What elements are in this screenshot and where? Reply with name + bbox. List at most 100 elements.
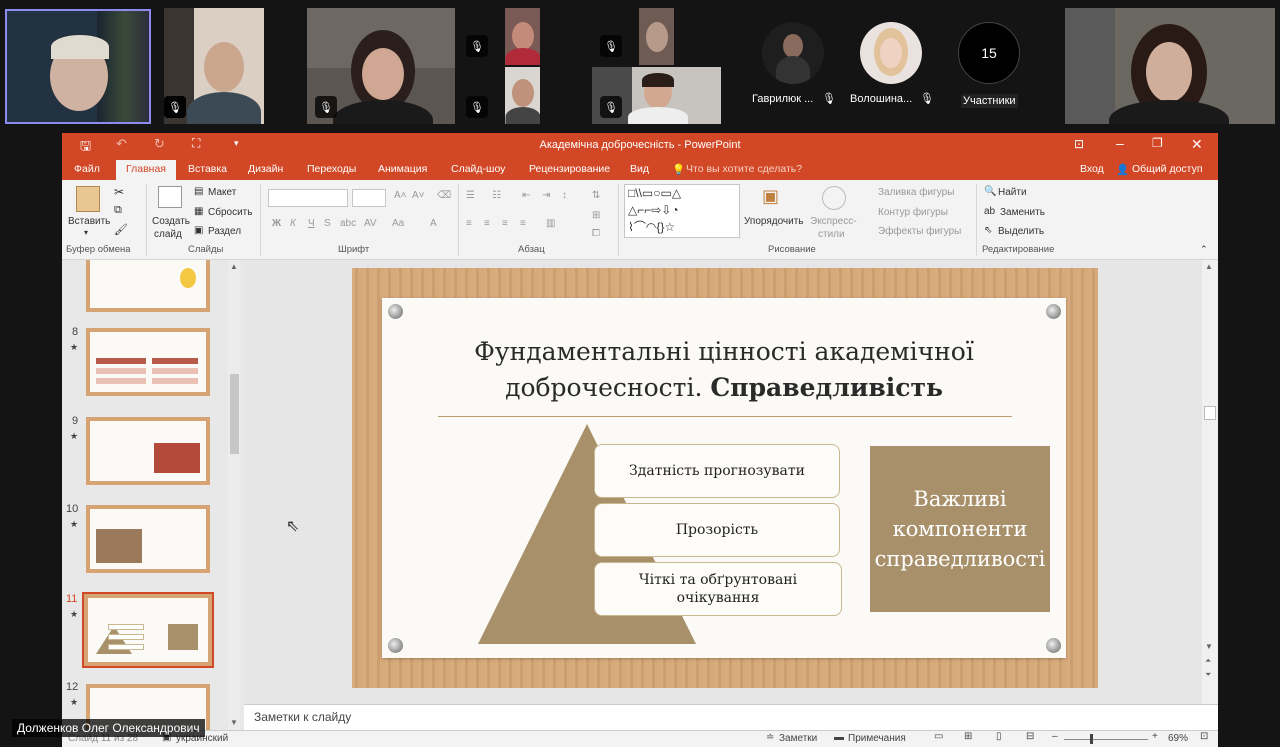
scroll-down-icon[interactable]: ▼ <box>1205 642 1213 651</box>
slide-scrollbar-thumb[interactable] <box>1204 406 1216 420</box>
quick-styles-icon[interactable] <box>822 186 846 210</box>
reading-view-icon[interactable]: ▯ <box>996 731 1002 742</box>
italic-icon[interactable]: К <box>290 218 296 229</box>
align-center-icon[interactable]: ≡ <box>484 218 490 229</box>
font-size-input[interactable] <box>352 189 386 207</box>
copy-icon[interactable]: ⧉ <box>114 204 122 217</box>
pyramid-box-3[interactable]: Чіткі та обґрунтовані очікування <box>594 562 842 616</box>
tab-insert[interactable]: Вставка <box>188 163 227 175</box>
tab-animations[interactable]: Анимация <box>378 163 427 175</box>
strike-icon[interactable]: abc <box>340 218 356 229</box>
font-name-input[interactable] <box>268 189 348 207</box>
zoom-out-icon[interactable]: – <box>1052 731 1058 742</box>
bullets-icon[interactable]: ☰ <box>466 190 475 201</box>
participant-tile-speaker[interactable] <box>5 9 151 124</box>
tab-design[interactable]: Дизайн <box>248 163 283 175</box>
participant-tile-6[interactable] <box>639 8 674 65</box>
notes-pane[interactable]: Заметки к слайду <box>244 704 1218 730</box>
share-button[interactable]: Общий доступ <box>1132 163 1203 175</box>
slide-thumbnail[interactable] <box>86 328 210 396</box>
spacing-icon[interactable]: AV <box>364 218 377 229</box>
indent-increase-icon[interactable]: ⇥ <box>542 190 550 201</box>
components-box[interactable]: Важливі компоненти справедливості <box>870 446 1050 612</box>
tab-home[interactable]: Главная <box>116 160 176 180</box>
comments-button[interactable]: Примечания <box>848 733 906 744</box>
columns-icon[interactable]: ▥ <box>546 218 555 229</box>
notes-toggle-button[interactable]: Заметки <box>779 733 817 744</box>
participant-avatar[interactable] <box>762 22 824 84</box>
tab-slideshow[interactable]: Слайд-шоу <box>451 163 505 175</box>
restore-icon[interactable]: ❐ <box>1152 136 1163 150</box>
arrange-icon[interactable]: ▣ <box>762 186 779 207</box>
reset-button[interactable]: Сбросить <box>208 207 252 218</box>
section-button[interactable]: Раздел <box>208 226 241 237</box>
slide-sorter-icon[interactable]: ⊞ <box>964 731 972 742</box>
shapes-gallery[interactable]: □\\▭○▭△ △⌐⌐⇨⇩◔ ⌇⌒◠{}☆ <box>624 184 740 238</box>
minimize-icon[interactable]: – <box>1116 135 1124 151</box>
paste-icon[interactable] <box>76 186 100 212</box>
tab-view[interactable]: Вид <box>630 163 649 175</box>
normal-view-icon[interactable]: ▭ <box>934 731 943 742</box>
zoom-slider-thumb[interactable] <box>1090 734 1093 744</box>
paste-button[interactable]: Вставить <box>68 216 110 227</box>
slide-thumbnail[interactable] <box>86 260 210 312</box>
justify-icon[interactable]: ≡ <box>520 218 526 229</box>
scroll-up-icon[interactable]: ▲ <box>1205 262 1213 271</box>
participant-tile-4[interactable] <box>505 8 540 65</box>
smartart-icon[interactable]: ⧠ <box>592 228 600 239</box>
replace-button[interactable]: Заменить <box>1000 207 1045 218</box>
scroll-down-icon[interactable]: ▼ <box>230 718 238 727</box>
slide-title[interactable]: Фундаментальні цінності академічної добр… <box>382 334 1066 406</box>
text-direction-icon[interactable]: ⇅ <box>592 190 600 201</box>
find-button[interactable]: Найти <box>998 187 1027 198</box>
tab-review[interactable]: Рецензирование <box>529 163 610 175</box>
participant-tile-8[interactable] <box>1065 8 1275 124</box>
slide-thumbnail[interactable] <box>86 505 210 573</box>
signin-link[interactable]: Вход <box>1080 163 1104 175</box>
close-icon[interactable]: ✕ <box>1191 136 1203 153</box>
slide-thumbnail-active[interactable] <box>82 592 214 668</box>
slide-editing-area[interactable]: Фундаментальні цінності академічної добр… <box>244 260 1202 704</box>
shrink-font-icon[interactable]: A˅ <box>412 190 425 201</box>
quick-styles-button[interactable]: Экспресс- <box>810 216 857 227</box>
new-slide-icon[interactable] <box>158 186 182 208</box>
participants-count-badge[interactable]: 15 <box>958 22 1020 84</box>
thumbnail-scrollbar[interactable] <box>228 260 240 730</box>
shadow-icon[interactable]: S <box>324 218 331 229</box>
quick-styles-button-line2[interactable]: стили <box>818 229 845 240</box>
tab-file[interactable]: Файл <box>74 163 100 175</box>
align-text-icon[interactable]: ⊞ <box>592 210 600 221</box>
numbering-icon[interactable]: ☷ <box>492 190 501 201</box>
font-color-icon[interactable]: A <box>430 218 437 229</box>
cut-icon[interactable]: ✂ <box>114 185 124 199</box>
pyramid-box-2[interactable]: Прозорість <box>594 503 840 557</box>
tell-me-search[interactable]: Что вы хотите сделать? <box>686 163 802 175</box>
zoom-slider[interactable] <box>1064 739 1148 740</box>
prev-slide-icon[interactable]: ⏶ <box>1205 656 1211 666</box>
pyramid-box-1[interactable]: Здатність прогнозувати <box>594 444 840 498</box>
layout-button[interactable]: Макет <box>208 187 236 198</box>
grow-font-icon[interactable]: A˄ <box>394 190 407 201</box>
align-right-icon[interactable]: ≡ <box>502 218 508 229</box>
slide-thumbnail[interactable] <box>86 417 210 485</box>
zoom-level[interactable]: 69% <box>1168 733 1188 744</box>
thumbnail-scrollbar-thumb[interactable] <box>230 374 239 454</box>
shape-fill-button[interactable]: Заливка фигуры <box>878 187 954 198</box>
line-spacing-icon[interactable]: ↕ <box>562 190 567 201</box>
slideshow-view-icon[interactable]: ⊟ <box>1026 731 1034 742</box>
collapse-ribbon-icon[interactable]: ⌃ <box>1200 244 1208 255</box>
indent-decrease-icon[interactable]: ⇤ <box>522 190 530 201</box>
next-slide-icon[interactable]: ⏷ <box>1205 670 1211 680</box>
ribbon-display-icon[interactable]: ⊡ <box>1074 137 1084 151</box>
shape-effects-button[interactable]: Эффекты фигуры <box>878 226 961 237</box>
new-slide-button[interactable]: Создать <box>152 216 190 227</box>
tab-transitions[interactable]: Переходы <box>307 163 356 175</box>
slide-scrollbar[interactable]: ▲ ▼ ⏶ ⏷ <box>1202 260 1218 704</box>
align-left-icon[interactable]: ≡ <box>466 218 472 229</box>
clear-format-icon[interactable]: ⌫ <box>437 190 451 201</box>
select-button[interactable]: Выделить <box>998 226 1044 237</box>
zoom-in-icon[interactable]: + <box>1152 731 1158 742</box>
arrange-button[interactable]: Упорядочить <box>744 216 804 227</box>
bold-icon[interactable]: Ж <box>272 218 281 229</box>
scroll-up-icon[interactable]: ▲ <box>230 262 238 271</box>
